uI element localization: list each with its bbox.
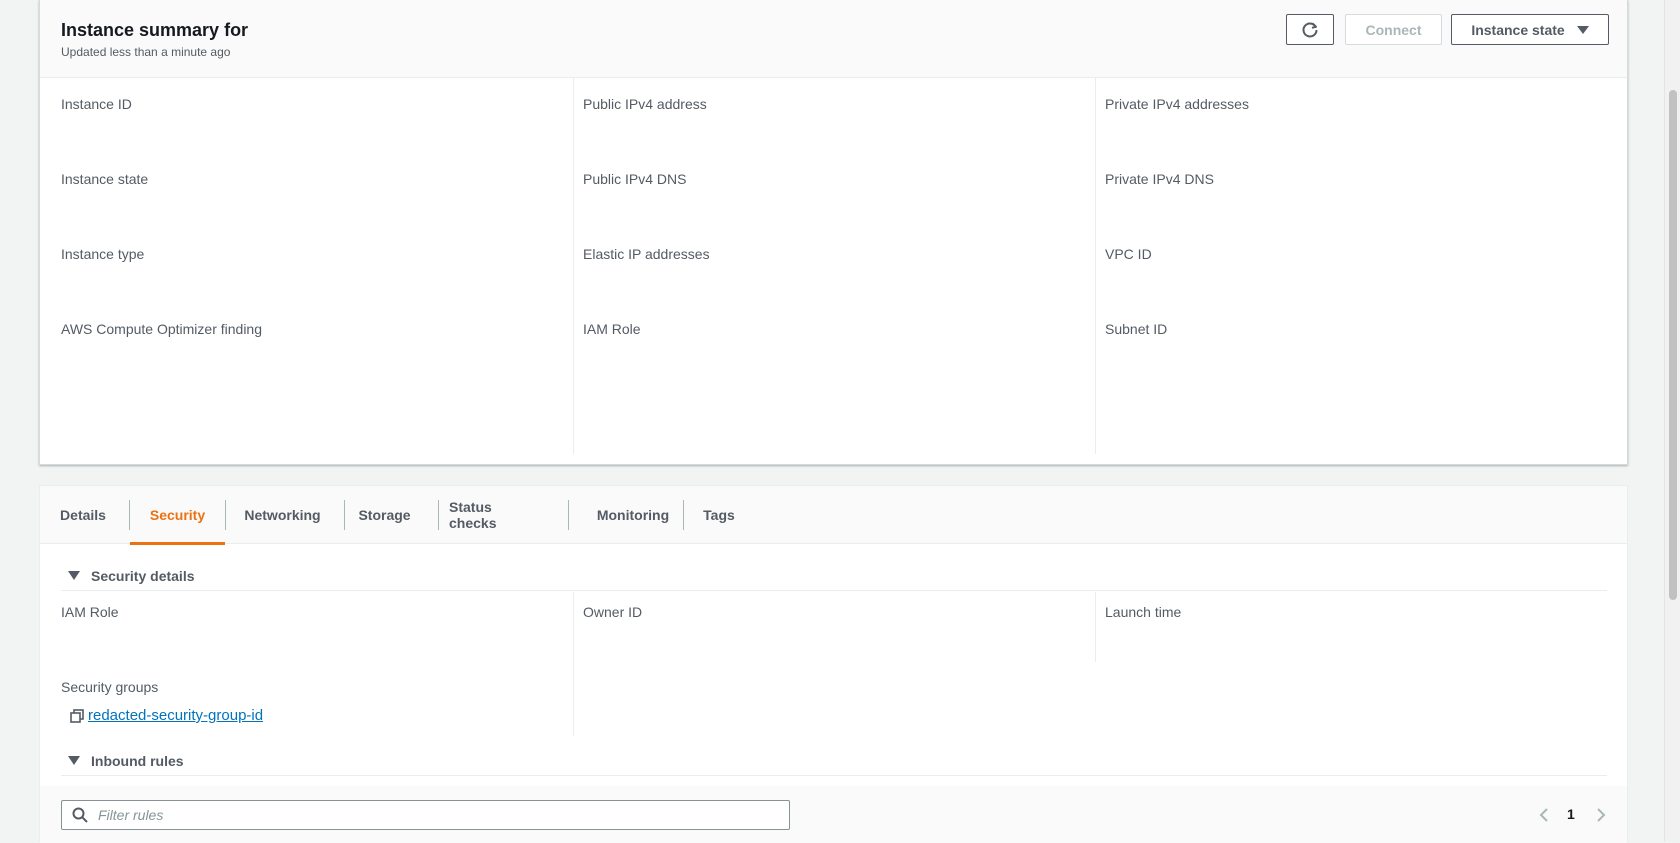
inbound-rules-header[interactable]: Inbound rules [61, 746, 1607, 776]
search-icon [72, 807, 88, 823]
chevron-right-icon[interactable] [1594, 807, 1608, 823]
connect-button[interactable]: Connect [1345, 14, 1442, 45]
field-private-ipv4: Private IPv4 addresses [1105, 96, 1249, 112]
updated-timestamp: Updated less than a minute ago [61, 45, 231, 59]
security-group-link[interactable]: redacted-security-group-id [88, 707, 263, 724]
tab-separator [568, 500, 569, 530]
field-vpc-id: VPC ID [1105, 246, 1152, 262]
field-public-dns: Public IPv4 DNS [583, 171, 687, 187]
tab-separator [225, 500, 226, 530]
field-launch-time: Launch time [1105, 604, 1182, 620]
filter-rules-input[interactable] [96, 805, 776, 825]
tab-separator [683, 500, 684, 530]
field-elastic-ip: Elastic IP addresses [583, 246, 710, 262]
caret-down-icon [68, 571, 80, 580]
tab-networking[interactable]: Networking [237, 486, 328, 544]
field-compute-optimizer: AWS Compute Optimizer finding [61, 321, 262, 337]
field-subnet-id: Subnet ID [1105, 321, 1168, 337]
scrollbar-thumb[interactable] [1669, 90, 1677, 600]
column-divider [573, 78, 574, 454]
tab-details[interactable]: Details [60, 486, 106, 544]
tab-storage[interactable]: Storage [355, 486, 414, 544]
field-instance-id: Instance ID [61, 96, 132, 112]
field-private-dns: Private IPv4 DNS [1105, 171, 1214, 187]
inbound-rules-title: Inbound rules [91, 752, 184, 769]
filter-rules-field[interactable] [61, 800, 790, 830]
filter-bar: 1 [40, 786, 1627, 843]
field-security-groups: Security groups [61, 679, 159, 695]
field-public-ipv4: Public IPv4 address [583, 96, 707, 112]
field-iam-role: IAM Role [583, 321, 641, 337]
page-title: Instance summary for [61, 20, 249, 40]
field-owner-id: Owner ID [583, 604, 643, 620]
tab-strip: Details Security Networking Storage Stat… [40, 486, 1627, 545]
caret-down-icon [68, 756, 80, 765]
instance-state-button[interactable]: Instance state [1451, 14, 1609, 45]
security-details-header[interactable]: Security details [61, 561, 1607, 591]
tab-separator [344, 500, 345, 530]
column-divider [1095, 78, 1096, 454]
chevron-left-icon[interactable] [1537, 807, 1551, 823]
tab-separator [438, 500, 439, 530]
details-tabs-panel: Details Security Networking Storage Stat… [39, 485, 1628, 843]
summary-header: Instance summary for Updated less than a… [40, 0, 1627, 78]
copy-icon[interactable] [70, 709, 84, 723]
tab-tags[interactable]: Tags [700, 486, 738, 544]
instance-state-label: Instance state [1471, 21, 1565, 38]
caret-down-icon [1576, 25, 1589, 34]
tab-status-checks[interactable]: Status checks [449, 486, 543, 544]
refresh-button[interactable] [1286, 14, 1334, 45]
field-instance-state: Instance state [61, 171, 149, 187]
column-divider [573, 592, 574, 736]
tab-monitoring[interactable]: Monitoring [589, 486, 677, 544]
column-divider [1095, 592, 1096, 662]
page-scrollbar[interactable] [1664, 0, 1680, 842]
refresh-icon [1302, 21, 1318, 37]
instance-summary-panel: Instance summary for Updated less than a… [39, 0, 1628, 465]
page-number[interactable]: 1 [1567, 806, 1575, 822]
field-instance-type: Instance type [61, 246, 145, 262]
tab-security[interactable]: Security [130, 486, 225, 545]
field-iam-role: IAM Role [61, 604, 119, 620]
security-details-title: Security details [91, 567, 195, 584]
